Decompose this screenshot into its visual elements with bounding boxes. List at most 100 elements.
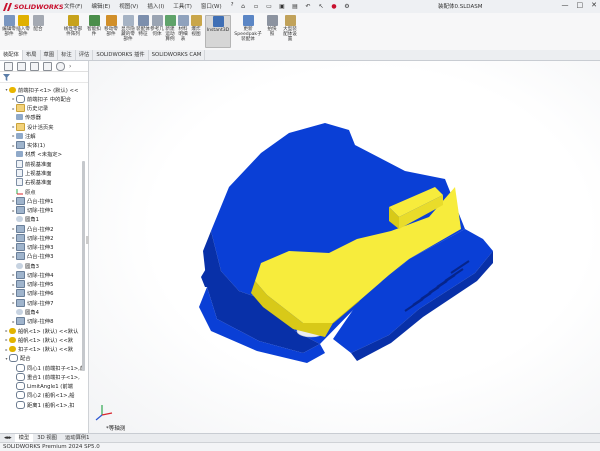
snapshot-button[interactable]: 拍快照 <box>266 15 278 37</box>
tree-item[interactable]: ▸ 扣子<1> (默认) <<默 <box>0 344 84 353</box>
tree-item-label: 前视基准面 <box>25 161 52 168</box>
tree-item[interactable]: 重合1 (前端扣子<1>, <box>0 372 84 381</box>
tree-item[interactable]: ▸ 切除-拉伸3 <box>0 243 84 252</box>
tree-item[interactable]: LimitAngle1 (前端 <box>0 382 84 391</box>
tree-item[interactable]: 距离1 (船帆<1>,扣 <box>0 400 84 409</box>
menu-help[interactable]: ? <box>231 2 234 10</box>
rebuild-icon[interactable]: ● <box>329 1 339 11</box>
tree-item[interactable]: ▸ 凸台-拉伸1 <box>0 196 84 205</box>
tree-item[interactable]: 同心2 (船帆<1>,船 <box>0 391 84 400</box>
menu-edit[interactable]: 编辑(E) <box>91 2 110 10</box>
tree-item[interactable]: ▸ 切除-拉伸4 <box>0 270 84 279</box>
options-icon[interactable]: ⚙ <box>342 1 352 11</box>
new-document-icon[interactable]: ▫ <box>251 1 261 11</box>
print-icon[interactable]: ▤ <box>290 1 300 11</box>
tree-item[interactable]: ▸ 切除-拉伸7 <box>0 298 84 307</box>
assembly-features-button[interactable]: 装配体特征 <box>136 15 150 37</box>
tree-item[interactable]: ▾ 配合 <box>0 354 84 363</box>
select-icon[interactable]: ↖ <box>316 1 326 11</box>
tree-filter[interactable] <box>0 72 88 83</box>
tree-item[interactable]: 圆角3 <box>0 261 84 270</box>
tree-item-label: 凸台-拉伸3 <box>27 254 54 261</box>
maximize-icon[interactable]: □ <box>577 1 584 9</box>
tree-part-icon <box>9 86 16 93</box>
new-motion-study-button[interactable]: 新建运动算例 <box>164 15 176 43</box>
menu-tools[interactable]: 工具(T) <box>173 2 192 10</box>
ribbon-label: 装配体特征 <box>136 27 150 38</box>
tree-sub-icon <box>9 346 16 353</box>
tree-item[interactable]: 上视基准面 <box>0 168 84 178</box>
menu-file[interactable]: 文件(F) <box>64 2 82 10</box>
insert-component-button[interactable]: 插入零部件 <box>16 15 30 37</box>
update-speedpak-button[interactable]: 更新Speedpak子装配体 <box>233 15 263 43</box>
display-manager-tab-icon[interactable] <box>56 61 65 71</box>
edit-component-button[interactable]: 编辑零部件 <box>2 15 16 37</box>
smart-fasteners-button[interactable]: 智能扣件 <box>86 15 102 37</box>
tree-item[interactable]: 右视基准面 <box>0 178 84 187</box>
tree-item[interactable]: ▸ 凸台-拉伸3 <box>0 252 84 261</box>
configuration-manager-tab-icon[interactable] <box>30 61 39 71</box>
tree-item[interactable]: 传感器 <box>0 113 84 122</box>
tab-addins[interactable]: SOLIDWORKS 插件 <box>93 50 149 60</box>
reference-geometry-button[interactable]: 参考几何体 <box>150 15 164 37</box>
tree-item[interactable]: ▸ 凸台-拉伸2 <box>0 224 84 233</box>
tree-item[interactable]: ▸ 切除-拉伸6 <box>0 289 84 298</box>
mate-button[interactable]: 配合 <box>31 15 45 32</box>
tree-item[interactable]: ▸ 注解 <box>0 131 84 140</box>
tree-item[interactable]: ▸ 切除-拉伸1 <box>0 205 84 215</box>
panel-expand-icon[interactable]: › <box>69 63 71 70</box>
tab-markup[interactable]: 标注 <box>58 50 76 60</box>
tree-item[interactable]: ▸ 历史记录 <box>0 104 84 113</box>
tree-scrollbar[interactable] <box>82 161 85 371</box>
menu-view[interactable]: 视图(V) <box>119 2 138 10</box>
linear-pattern-button[interactable]: 线性零部件阵列 <box>62 15 84 37</box>
tree-item[interactable]: 原点 <box>0 187 84 196</box>
open-icon[interactable]: ▭ <box>264 1 274 11</box>
tree-item[interactable]: ▸ 切除-拉伸5 <box>0 280 84 289</box>
instant3d-button[interactable]: Instant3D <box>205 15 231 48</box>
solidworks-logo[interactable]: SOLIDWORKS <box>3 2 64 11</box>
feature-manager-tab-icon[interactable] <box>4 61 13 71</box>
tab-layout[interactable]: 布局 <box>23 50 41 60</box>
tree-item[interactable]: ▸ 切除-拉伸8 <box>0 317 84 326</box>
tree-item[interactable]: ▸ 实体(1) <box>0 141 84 150</box>
tree-item-label: 上视基准面 <box>25 171 52 178</box>
show-hidden-button[interactable]: 显示隐藏的零部件 <box>120 15 136 43</box>
tree-item[interactable]: ▸ 设计活页夹 <box>0 122 84 131</box>
save-icon[interactable]: ▣ <box>277 1 287 11</box>
view-triad-icon <box>95 405 113 421</box>
tree-item[interactable]: ▸ 切除-拉伸2 <box>0 233 84 242</box>
tab-sketch[interactable]: 草图 <box>41 50 59 60</box>
undo-icon[interactable]: ↶ <box>303 1 313 11</box>
window-controls: — □ ✕ <box>562 1 598 9</box>
graphics-area[interactable] <box>89 61 600 433</box>
large-assembly-settings-button[interactable]: 大型装配体设置 <box>281 15 299 43</box>
tab-assembly[interactable]: 装配体 <box>0 50 23 60</box>
move-component-button[interactable]: 移动零部件 <box>103 15 119 37</box>
tab-cam[interactable]: SOLIDWORKS CAM <box>149 50 206 60</box>
tree-item[interactable]: 前视基准面 <box>0 159 84 168</box>
tree-item[interactable]: 圆角4 <box>0 307 84 316</box>
tree-item-label: 距离1 (船帆<1>,扣 <box>27 402 75 409</box>
tree-item-label: 重合1 (前端扣子<1>, <box>27 374 80 381</box>
tree-item[interactable]: ▸ 前端扣子 中的配合 <box>0 94 84 103</box>
home-icon[interactable]: ⌂ <box>238 1 248 11</box>
bom-button[interactable]: 材料明细表 <box>177 15 189 43</box>
tab-evaluate[interactable]: 评估 <box>76 50 94 60</box>
tree-item[interactable]: 同心1 (前端扣子<1>,前 <box>0 363 84 372</box>
tree-item[interactable]: ▾ 前端扣子<1> (默认) << <box>0 85 84 94</box>
bom-icon <box>177 15 189 26</box>
minimize-icon[interactable]: — <box>562 1 569 9</box>
menu-insert[interactable]: 插入(I) <box>147 2 164 10</box>
tree-item[interactable]: 圆角1 <box>0 215 84 224</box>
menu-window[interactable]: 窗口(W) <box>201 2 222 10</box>
exploded-view-button[interactable]: 爆炸视图 <box>190 15 202 37</box>
tree-item[interactable]: 材质 <未指定> <box>0 150 84 159</box>
tree-item[interactable]: ▸ 船帆<1> (默认) <<默 <box>0 335 84 344</box>
linear-pattern-icon <box>67 15 79 26</box>
tree-item[interactable]: ▸ 船帆<1> (默认) <<默认 <box>0 326 84 335</box>
assembly-model[interactable] <box>89 61 600 433</box>
property-manager-tab-icon[interactable] <box>17 61 26 71</box>
close-icon[interactable]: ✕ <box>591 1 597 9</box>
dimxpert-tab-icon[interactable] <box>43 61 52 71</box>
